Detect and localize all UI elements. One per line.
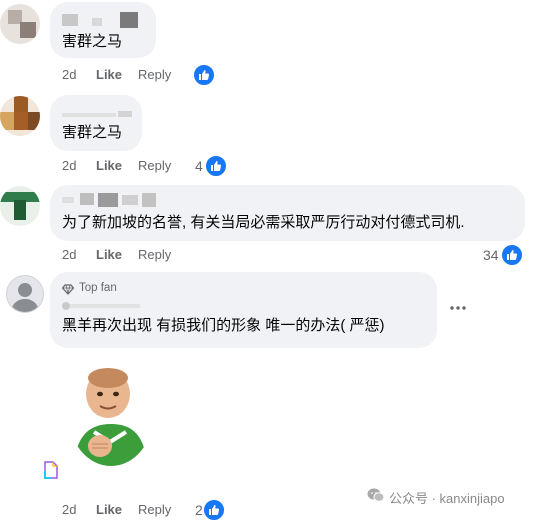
commenter-name-redacted[interactable] bbox=[62, 191, 172, 207]
top-fan-badge: Top fan bbox=[79, 282, 117, 294]
comment-time[interactable]: 2d bbox=[62, 502, 76, 517]
comment-text: 黑羊再次出现 有损我们的形象 唯一的办法( 严惩) bbox=[62, 317, 385, 334]
comment-bubble: 为了新加坡的名誉, 有关当局必需采取严厉行动对付德式司机. bbox=[50, 185, 525, 241]
file-icon bbox=[44, 461, 58, 479]
like-button[interactable]: Like bbox=[96, 502, 122, 517]
like-button[interactable]: Like bbox=[96, 247, 122, 262]
reply-button[interactable]: Reply bbox=[138, 247, 171, 262]
reaction-count[interactable]: 34 bbox=[483, 247, 499, 263]
reaction-like-icon[interactable] bbox=[203, 499, 225, 521]
diamond-icon bbox=[61, 282, 75, 300]
commenter-name-redacted[interactable] bbox=[62, 12, 142, 28]
commenter-name-redacted[interactable] bbox=[62, 300, 152, 312]
commenter-avatar[interactable] bbox=[0, 4, 40, 44]
attached-sticker-image[interactable] bbox=[68, 360, 154, 466]
comment-actions: 2d Like Reply bbox=[0, 247, 543, 265]
like-button[interactable]: Like bbox=[96, 67, 122, 82]
comment-actions: 2d Like Reply bbox=[0, 67, 543, 85]
comment-text: 为了新加坡的名誉, 有关当局必需采取严厉行动对付德式司机. bbox=[62, 214, 465, 231]
reaction-count[interactable]: 2 bbox=[195, 502, 203, 518]
commenter-avatar[interactable] bbox=[0, 186, 40, 226]
comment-time[interactable]: 2d bbox=[62, 247, 76, 262]
like-button[interactable]: Like bbox=[96, 158, 122, 173]
wechat-icon bbox=[367, 487, 385, 506]
reply-button[interactable]: Reply bbox=[138, 158, 171, 173]
comment-bubble: 害群之马 bbox=[50, 95, 142, 151]
reaction-like-icon[interactable] bbox=[501, 244, 523, 266]
comment-time[interactable]: 2d bbox=[62, 158, 76, 173]
commenter-name-redacted[interactable] bbox=[62, 107, 134, 119]
comment-bubble: 害群之马 bbox=[50, 2, 156, 58]
more-options-icon[interactable] bbox=[448, 300, 468, 316]
watermark-text: 公众号 · kanxinjiapo bbox=[389, 491, 505, 506]
comment-bubble: Top fan 黑羊再次出现 有损我们的形象 唯一的办法( 严惩) bbox=[50, 272, 437, 348]
reaction-count[interactable]: 4 bbox=[195, 158, 203, 174]
comment-actions: 2d Like Reply bbox=[0, 158, 543, 176]
reply-button[interactable]: Reply bbox=[138, 502, 171, 517]
comment-time[interactable]: 2d bbox=[62, 67, 76, 82]
commenter-avatar[interactable] bbox=[6, 275, 44, 313]
comment-text: 害群之马 bbox=[62, 33, 123, 50]
reaction-like-icon[interactable] bbox=[193, 64, 215, 86]
comment-text: 害群之马 bbox=[62, 124, 123, 141]
reply-button[interactable]: Reply bbox=[138, 67, 171, 82]
commenter-avatar[interactable] bbox=[0, 96, 40, 136]
reaction-like-icon[interactable] bbox=[205, 155, 227, 177]
default-profile-icon bbox=[11, 283, 39, 312]
